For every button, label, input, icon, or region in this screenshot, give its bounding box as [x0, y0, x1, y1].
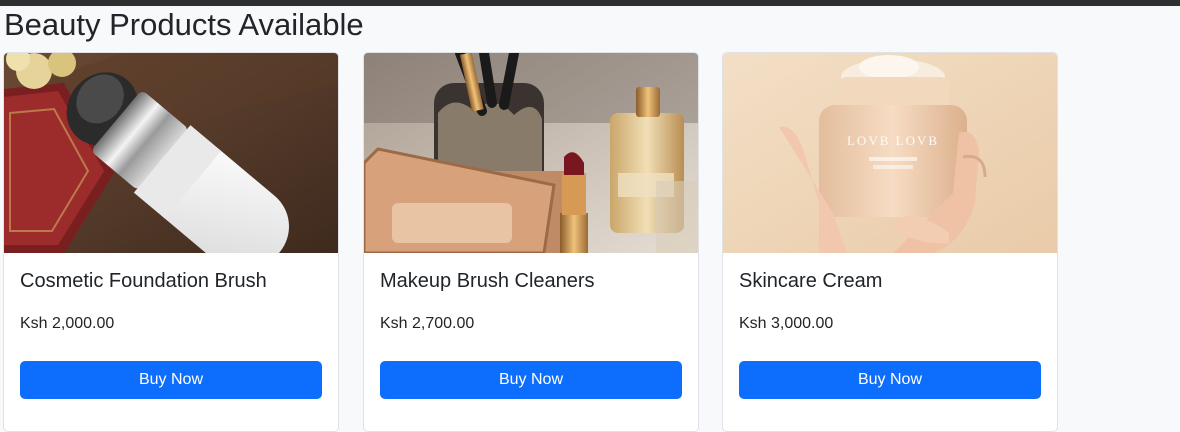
jar-brand-text: LOVB LOVB	[847, 133, 939, 148]
product-image-makeup-brush-cleaners[interactable]	[364, 53, 698, 253]
buy-now-button[interactable]: Buy Now	[380, 361, 682, 399]
top-bar	[0, 0, 1180, 6]
product-price: Ksh 3,000.00	[739, 315, 834, 332]
product-price: Ksh 2,700.00	[380, 315, 475, 332]
product-card: LOVB LOVB Skincare Cream Ksh 3,000.00 Bu…	[722, 52, 1058, 432]
product-image-skincare-cream[interactable]: LOVB LOVB	[723, 53, 1057, 253]
buy-now-button[interactable]: Buy Now	[20, 361, 322, 399]
product-card: Makeup Brush Cleaners Ksh 2,700.00 Buy N…	[363, 52, 699, 432]
product-price: Ksh 2,000.00	[20, 315, 115, 332]
product-image-foundation-brush[interactable]	[4, 53, 338, 253]
product-name: Makeup Brush Cleaners	[380, 270, 595, 292]
product-card: Cosmetic Foundation Brush Ksh 2,000.00 B…	[3, 52, 339, 432]
page-title: Beauty Products Available	[4, 7, 364, 42]
product-name: Skincare Cream	[739, 270, 883, 292]
buy-now-button[interactable]: Buy Now	[739, 361, 1041, 399]
product-name: Cosmetic Foundation Brush	[20, 270, 267, 292]
